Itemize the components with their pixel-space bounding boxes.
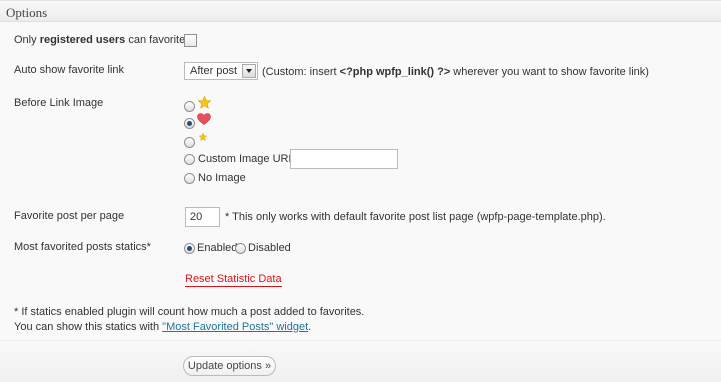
statics-label: Most favorited posts statics* — [14, 241, 151, 253]
footer-band — [0, 340, 721, 382]
auto-show-note: (Custom: insert <?php wpfp_link() ?> whe… — [262, 66, 649, 78]
favorite-per-page-input[interactable]: 20 — [185, 207, 220, 227]
options-title: Options — [6, 5, 48, 20]
radio-statics-disabled[interactable] — [235, 243, 246, 254]
update-options-button[interactable]: Update options » — [183, 356, 276, 376]
chevron-down-icon[interactable] — [242, 64, 256, 78]
before-link-image-label: Before Link Image — [14, 97, 104, 109]
statics-enabled-label: Enabled — [197, 242, 238, 254]
statics-disabled-label: Disabled — [248, 242, 291, 254]
star-icon — [198, 96, 211, 109]
radio-star-image[interactable] — [184, 101, 195, 112]
registered-users-checkbox[interactable] — [184, 34, 197, 47]
no-image-label: No Image — [198, 172, 246, 184]
most-favorited-widget-link[interactable]: "Most Favorited Posts" widget — [162, 321, 308, 333]
reset-statistic-link[interactable]: Reset Statistic Data — [185, 273, 282, 287]
per-page-note: * This only works with default favorite … — [225, 211, 606, 223]
radio-heart-image[interactable] — [184, 118, 195, 129]
small-star-icon — [199, 133, 207, 141]
footnote-line1: * If statics enabled plugin will count h… — [14, 306, 365, 318]
auto-show-label: Auto show favorite link — [14, 64, 125, 76]
registered-users-label: Only registered users can favorite — [14, 34, 186, 46]
auto-show-selected-value: After post — [190, 65, 238, 77]
radio-no-image[interactable] — [184, 173, 195, 184]
footnote-line2: You can show this statics with "Most Fav… — [14, 321, 312, 333]
favorite-per-page-label: Favorite post per page — [14, 210, 125, 222]
auto-show-select[interactable]: After post — [184, 62, 258, 80]
custom-image-url-input[interactable] — [290, 149, 398, 169]
custom-image-url-label: Custom Image URL : — [198, 153, 301, 165]
radio-custom-image[interactable] — [184, 154, 195, 165]
heart-icon — [197, 113, 211, 125]
radio-statics-enabled[interactable] — [184, 243, 195, 254]
options-header: Options — [0, 0, 721, 22]
radio-small-star-image[interactable] — [184, 137, 195, 148]
